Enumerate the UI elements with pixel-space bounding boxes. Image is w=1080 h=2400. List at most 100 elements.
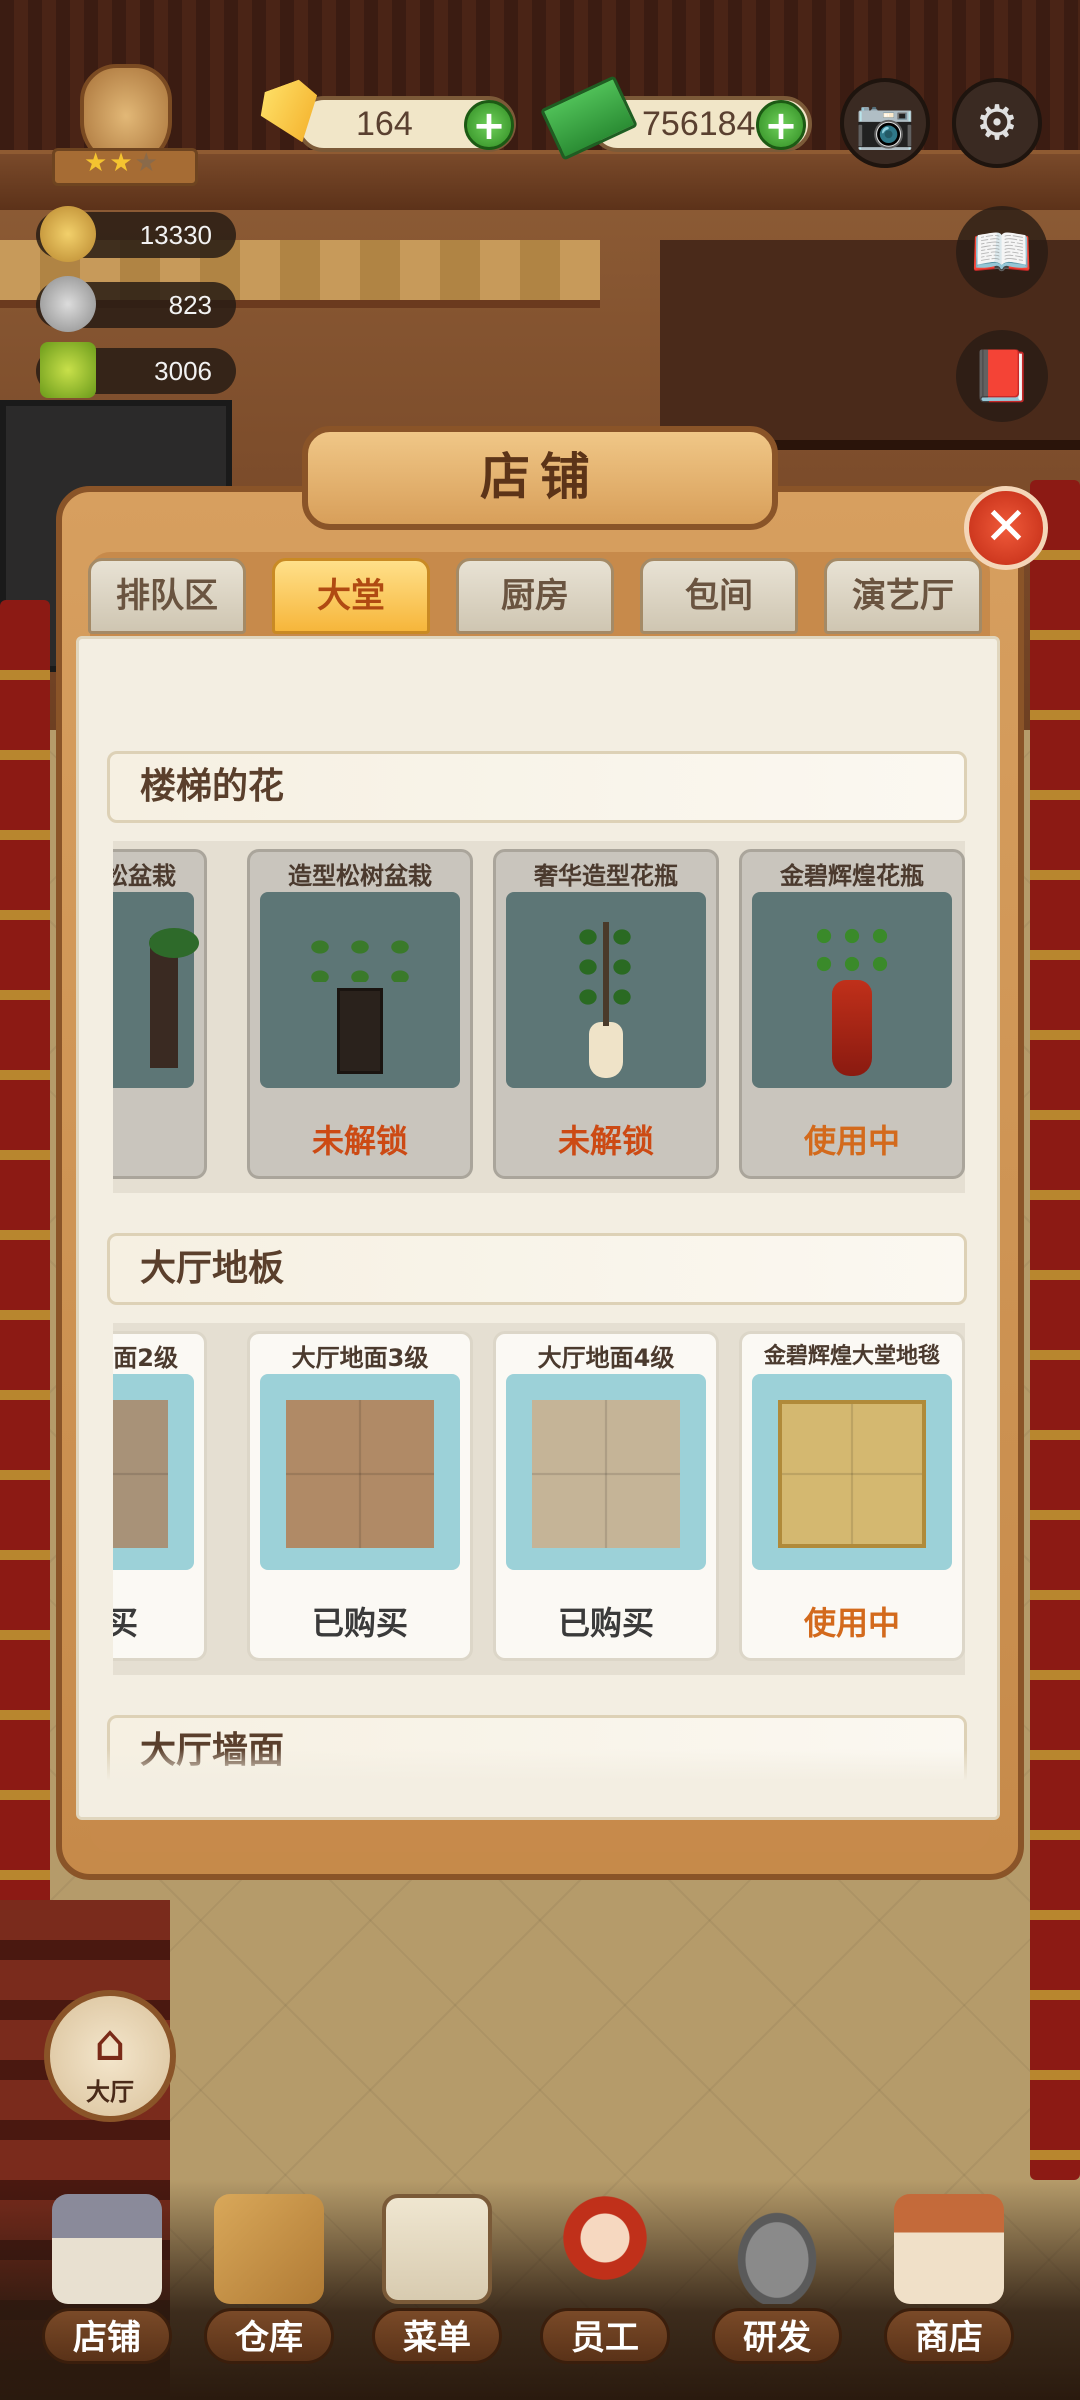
tile-lines	[782, 1404, 922, 1544]
scroll-fade	[79, 1749, 997, 1817]
nav-label: 商店	[884, 2308, 1014, 2364]
bell-icon	[40, 206, 96, 262]
item-name: 大厅地面3级	[291, 1344, 429, 1372]
floor-tile	[286, 1400, 434, 1548]
red-pillar-left	[0, 600, 50, 2100]
golden-carpet-tile	[778, 1400, 926, 1548]
lobby-floor-row[interactable]: 地面2级 购买 大厅地面3级 已购买 大厅地面4级 已购买 金碧辉煌大堂地毯	[113, 1323, 965, 1675]
item-name: 金碧辉煌花瓶	[780, 862, 924, 890]
red-gold-vase	[832, 980, 872, 1076]
nav-menu[interactable]: 菜单	[372, 2180, 502, 2380]
floor-tile	[113, 1400, 168, 1548]
hall-button[interactable]: ⌂ 大厅	[44, 1990, 176, 2122]
red-pillar-right	[1030, 480, 1080, 2180]
item-status: 已购买	[557, 1604, 654, 1642]
store-icon	[894, 2194, 1004, 2304]
nav-label: 研发	[712, 2308, 842, 2364]
stat-bell-value: 13330	[139, 220, 212, 250]
gear-icon: ⚙	[975, 95, 1019, 151]
stat-cloche: 823	[36, 276, 236, 332]
nav-label: 菜单	[372, 2308, 502, 2364]
nav-research[interactable]: 研发	[712, 2180, 842, 2380]
nav-shop[interactable]: 店铺	[42, 2180, 172, 2380]
item-picture	[260, 1374, 460, 1570]
stair-flowers-row[interactable]: 松盆栽 解锁 造型松树盆栽 未解锁 奢华造型花瓶 未解锁	[113, 841, 965, 1193]
tile-lines	[286, 1400, 434, 1548]
item-card[interactable]: 地面2级 购买	[113, 1331, 207, 1661]
nav-staff[interactable]: 员工	[540, 2180, 670, 2380]
item-status: 未解锁	[557, 1122, 654, 1160]
wood-stand	[337, 988, 383, 1074]
item-card[interactable]: 大厅地面3级 已购买	[247, 1331, 473, 1661]
item-name: 地面2级	[113, 1344, 178, 1372]
hall-label: 大厅	[86, 2078, 134, 2106]
settings-button[interactable]: ⚙	[952, 78, 1042, 168]
item-status: 未解锁	[311, 1122, 408, 1160]
item-name: 奢华造型花瓶	[534, 862, 678, 890]
tab-queue-area[interactable]: 排队区	[88, 558, 246, 634]
pine-leaves	[300, 932, 420, 982]
tab-private-room[interactable]: 包间	[640, 558, 798, 634]
help-book-button[interactable]: 📖	[956, 206, 1048, 298]
rating-stars: ★★★	[84, 148, 160, 178]
item-card[interactable]: 松盆栽 解锁	[113, 849, 207, 1179]
shop-content-scroll[interactable]: 楼梯的花 松盆栽 解锁 造型松树盆栽 未解锁 奢华造型花瓶	[76, 636, 1000, 1820]
item-picture	[752, 1374, 952, 1570]
nav-warehouse[interactable]: 仓库	[204, 2180, 334, 2380]
staff-girl-icon	[550, 2194, 660, 2304]
item-card[interactable]: 金碧辉煌花瓶 使用中	[739, 849, 965, 1179]
nav-store[interactable]: 商店	[884, 2180, 1014, 2380]
pine-leaves	[571, 922, 641, 1012]
nav-label: 仓库	[204, 2308, 334, 2364]
item-card[interactable]: 造型松树盆栽 未解锁	[247, 849, 473, 1179]
add-gems-button[interactable]: +	[464, 100, 514, 150]
item-status: 使用中	[803, 1122, 900, 1160]
item-status: 使用中	[803, 1604, 900, 1642]
boxes-icon	[214, 2194, 324, 2304]
item-picture	[752, 892, 952, 1088]
item-name: 松盆栽	[113, 862, 176, 890]
building-icon: ⌂	[94, 2014, 126, 2072]
item-name: 大厅地面4级	[537, 1344, 675, 1372]
item-card[interactable]: 大厅地面4级 已购买	[493, 1331, 719, 1661]
section-header-lobby-floor: 大厅地板	[107, 1233, 967, 1305]
journal-button[interactable]: 📕	[956, 330, 1048, 422]
item-card[interactable]: 金碧辉煌大堂地毯 使用中	[739, 1331, 965, 1661]
item-picture	[113, 892, 199, 1088]
tab-kitchen[interactable]: 厨房	[456, 558, 614, 634]
item-picture	[506, 892, 706, 1088]
stat-menu-card-value: 3006	[154, 356, 212, 386]
tile-lines	[113, 1400, 168, 1548]
section-header-stair-flowers: 楼梯的花	[107, 751, 967, 823]
cash-count: 756184	[642, 105, 756, 143]
tab-performance-hall[interactable]: 演艺厅	[824, 558, 982, 634]
stat-cloche-value: 823	[168, 290, 212, 320]
section-title: 楼梯的花	[140, 766, 285, 807]
item-status: 已购买	[311, 1604, 408, 1642]
nav-label: 店铺	[42, 2308, 172, 2364]
item-card[interactable]: 奢华造型花瓶 未解锁	[493, 849, 719, 1179]
item-picture	[113, 1374, 194, 1570]
item-status: 解锁	[113, 1116, 204, 1162]
section-title: 大厅地板	[140, 1248, 285, 1289]
item-picture	[260, 892, 460, 1088]
stat-bell: 13330	[36, 206, 236, 262]
tile-lines	[532, 1400, 680, 1548]
item-name: 金碧辉煌大堂地毯	[763, 1344, 940, 1369]
restaurant-rank-badge[interactable]: ★★★	[52, 60, 198, 190]
camera-icon: 📷	[855, 95, 915, 152]
gem-count: 164	[356, 105, 413, 143]
help-book-icon: 📖	[970, 222, 1034, 281]
add-cash-button[interactable]: +	[756, 100, 806, 150]
wok-icon	[722, 2194, 832, 2304]
category-tabs: 排队区 大堂 厨房 包间 演艺厅	[88, 558, 984, 634]
item-picture	[506, 1374, 706, 1570]
menu-card-icon	[40, 342, 96, 398]
item-status: 购买	[113, 1598, 204, 1644]
clipboard-icon	[382, 2194, 492, 2304]
camera-button[interactable]: 📷	[840, 78, 930, 168]
tab-lobby[interactable]: 大堂	[272, 558, 430, 634]
nav-label: 员工	[540, 2308, 670, 2364]
floor-tile	[532, 1400, 680, 1548]
pine-leaves	[810, 922, 894, 978]
